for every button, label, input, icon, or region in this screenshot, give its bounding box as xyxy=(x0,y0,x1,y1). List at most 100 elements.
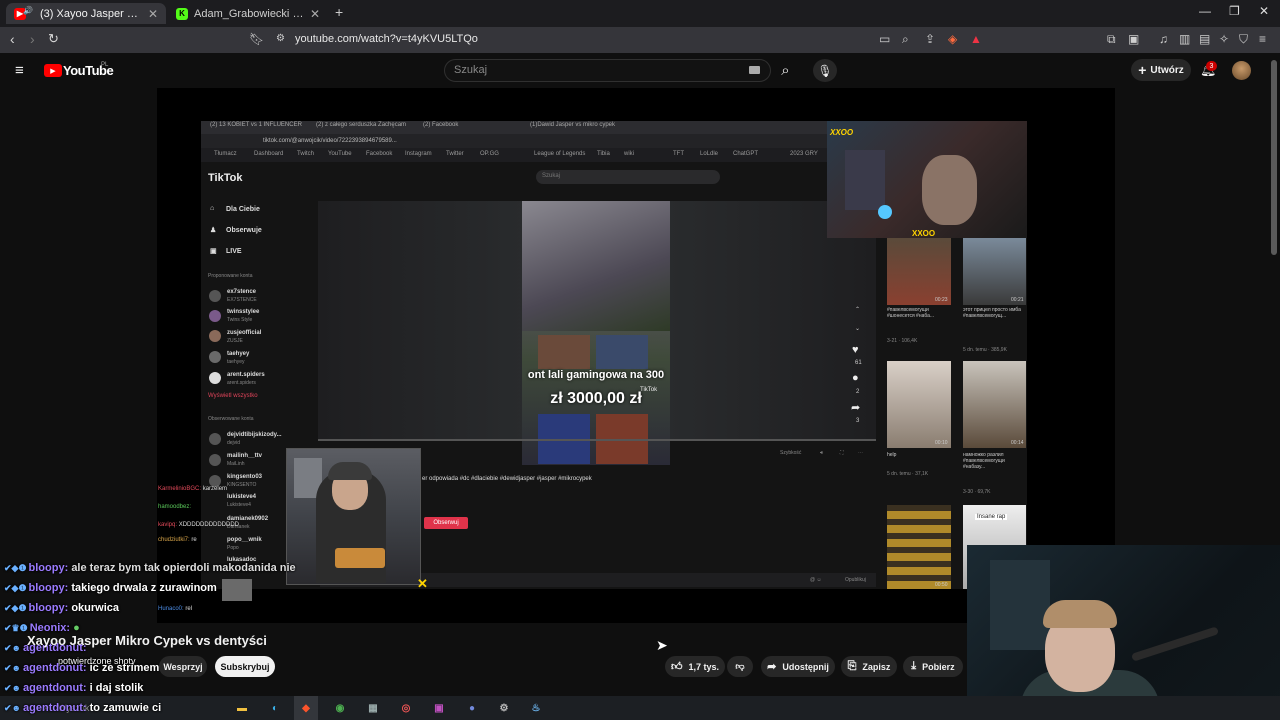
cast-icon[interactable]: ▭ xyxy=(879,32,890,46)
obs-icon[interactable]: ◎ xyxy=(397,699,415,717)
like-count: 1,7 tys. xyxy=(688,661,720,672)
close-window-icon[interactable]: ✕ xyxy=(1259,4,1269,18)
stream-tab: (2) 13 KOBIET vs 1 INFLUENCER xyxy=(210,122,302,128)
subscribe-button[interactable]: Subskrybuj xyxy=(215,656,275,677)
stream-bookmark: Facebook xyxy=(366,151,393,157)
settings-gear-icon[interactable]: ⚙ xyxy=(495,699,513,717)
edge-icon[interactable]: ◐ xyxy=(266,699,284,717)
vpn-icon[interactable]: ⛉ xyxy=(1239,32,1248,47)
tiktok-video-text: ont lali gamingowa na 300 xyxy=(527,369,665,381)
back-icon[interactable]: ‹ xyxy=(10,31,15,47)
game-icon[interactable]: ▣ xyxy=(430,699,448,717)
mention-icon: @ ☺ xyxy=(810,577,822,583)
support-button[interactable]: Wesprzyj xyxy=(159,656,207,677)
cam-label: XXOO xyxy=(912,229,936,238)
brave-rewards-icon[interactable]: ▲ xyxy=(970,32,982,46)
reader-icon[interactable]: ▥ xyxy=(1179,32,1190,46)
account-name: dejvidtibijskizody... xyxy=(227,432,282,438)
youtube-logo-icon[interactable]: ▶ xyxy=(44,64,62,77)
brave-icon[interactable]: ◆ xyxy=(297,699,315,717)
search-input[interactable] xyxy=(444,59,771,82)
page-scrollbar[interactable] xyxy=(1271,60,1277,255)
app-icon[interactable]: ▦ xyxy=(364,699,382,717)
account-name: ex7stence xyxy=(227,289,257,295)
followed-header: Obserwowane konta xyxy=(208,416,254,422)
file-explorer-icon[interactable]: ▬ xyxy=(233,699,251,717)
account-sub: EX7STENCE xyxy=(227,297,257,303)
browser-tab-kick[interactable]: K Adam_Grabowiecki Stream - Watch L ✕ xyxy=(168,3,328,24)
stream-bookmark: Twitter xyxy=(446,151,464,157)
close-tab-icon[interactable]: ✕ xyxy=(310,7,320,21)
steam-icon[interactable]: ♨ xyxy=(527,699,545,717)
publish-button: Opublikuj xyxy=(845,577,866,583)
avatar[interactable] xyxy=(1232,61,1251,80)
region-code: PL xyxy=(101,62,109,68)
restore-icon[interactable]: ❐ xyxy=(1229,4,1240,18)
search-button-icon[interactable]: ⌕ xyxy=(773,59,798,82)
close-tab-icon[interactable]: ✕ xyxy=(148,7,158,21)
extensions-icon[interactable]: ⧉ xyxy=(1107,32,1116,47)
tiktok-search xyxy=(536,170,720,184)
chat-badge-icon: ✔♛❶ xyxy=(4,623,28,633)
wallet-icon[interactable]: ▤ xyxy=(1199,32,1210,46)
thumbs-up-icon: 👍︎ xyxy=(670,661,683,673)
zoom-icon[interactable]: ⌕ xyxy=(902,32,909,47)
hamburger-menu-icon[interactable]: ≡ xyxy=(15,62,24,79)
bookmark-icon[interactable]: 🔖︎ xyxy=(249,32,264,46)
reload-icon[interactable]: ↻ xyxy=(48,31,59,47)
account-name: arent.spiders xyxy=(227,372,265,378)
video-title: Xayoo Jasper Mikro Cypek vs dentyści xyxy=(27,633,267,648)
like-button[interactable]: 👍︎ 1,7 tys. xyxy=(665,656,725,677)
voice-search-icon[interactable]: 🎙︎ xyxy=(813,59,837,82)
account-name: zusjeofficial xyxy=(227,330,262,336)
stream-bookmark: Instagram xyxy=(405,151,432,157)
download-label: Pobierz xyxy=(922,661,955,672)
rec-meta: 5 dn. temu · 37,1K xyxy=(887,471,929,477)
account-avatar xyxy=(209,433,221,445)
account-name: twinsstylee xyxy=(227,309,260,315)
stream-bookmark: 2023 GRY xyxy=(790,151,818,157)
site-info-icon[interactable]: ⚙ xyxy=(276,33,285,44)
sidebar-icon[interactable]: ▣ xyxy=(1128,32,1139,46)
video-inset-image xyxy=(596,335,648,369)
minimize-icon[interactable]: — xyxy=(1199,4,1211,18)
comment-count: 2 xyxy=(856,389,860,395)
chat-badge-icon: ✔☻ xyxy=(4,643,22,653)
new-tab-icon[interactable]: + xyxy=(335,4,343,20)
kick-favicon-icon: K xyxy=(176,7,188,20)
audio-icon: 🔊 xyxy=(23,6,33,15)
account-name: kingsento03 xyxy=(227,474,263,480)
url-text[interactable]: youtube.com/watch?v=t4yKVU5LTQo xyxy=(295,33,478,45)
tiktok-logo: TikTok xyxy=(208,172,243,184)
music-icon[interactable]: ♫ xyxy=(1159,32,1168,46)
create-button[interactable]: + Utwórz xyxy=(1131,59,1191,81)
account-name: taehyey xyxy=(227,351,250,357)
forward-icon[interactable]: › xyxy=(30,31,35,47)
brave-shield-icon[interactable]: ◈ xyxy=(948,32,957,46)
save-button[interactable]: ⎘ Zapisz xyxy=(841,656,897,677)
browser-tab-youtube[interactable]: ▶ 🔊 (3) Xayoo Jasper Mikro Cypek ✕ xyxy=(6,3,166,24)
chat-message: ✔◆❶ bloopy: takiego drwala z zurawinom xyxy=(4,582,217,594)
stream-bookmark: wiki xyxy=(624,151,634,157)
chrome-icon[interactable]: ◉ xyxy=(331,699,349,717)
close-overlay-icon: ✕ xyxy=(417,576,428,591)
discord-icon[interactable]: ● xyxy=(463,699,481,717)
insane-rap-label: Insane rap xyxy=(975,514,1008,520)
rec-title: намножко разлил #павелвсемогущи #набазу.… xyxy=(963,452,1005,470)
share-button[interactable]: ➦ Udostępnij xyxy=(761,656,835,677)
tiktok-follow-button: Obserwuj xyxy=(424,517,468,529)
account-sub: arent.spiders xyxy=(227,380,256,386)
download-button[interactable]: ⤓ Pobierz xyxy=(903,656,963,677)
menu-icon[interactable]: ≡ xyxy=(1259,32,1266,46)
mouse-cursor-icon: ➤ xyxy=(656,637,668,653)
background-shelf xyxy=(990,560,1050,650)
account-name: mailinh__ttv xyxy=(227,453,263,459)
account-avatar xyxy=(209,330,221,342)
share-icon[interactable]: ⇪ xyxy=(925,32,935,46)
search-placeholder: Szukaj xyxy=(454,64,488,76)
stream-bookmark: Twitch xyxy=(297,151,315,157)
leo-icon[interactable]: ✧ xyxy=(1219,32,1229,46)
keyboard-icon[interactable] xyxy=(749,66,760,74)
tiktok-nav-item: LIVE xyxy=(226,248,242,255)
dislike-button[interactable]: 👎︎ xyxy=(727,656,753,677)
